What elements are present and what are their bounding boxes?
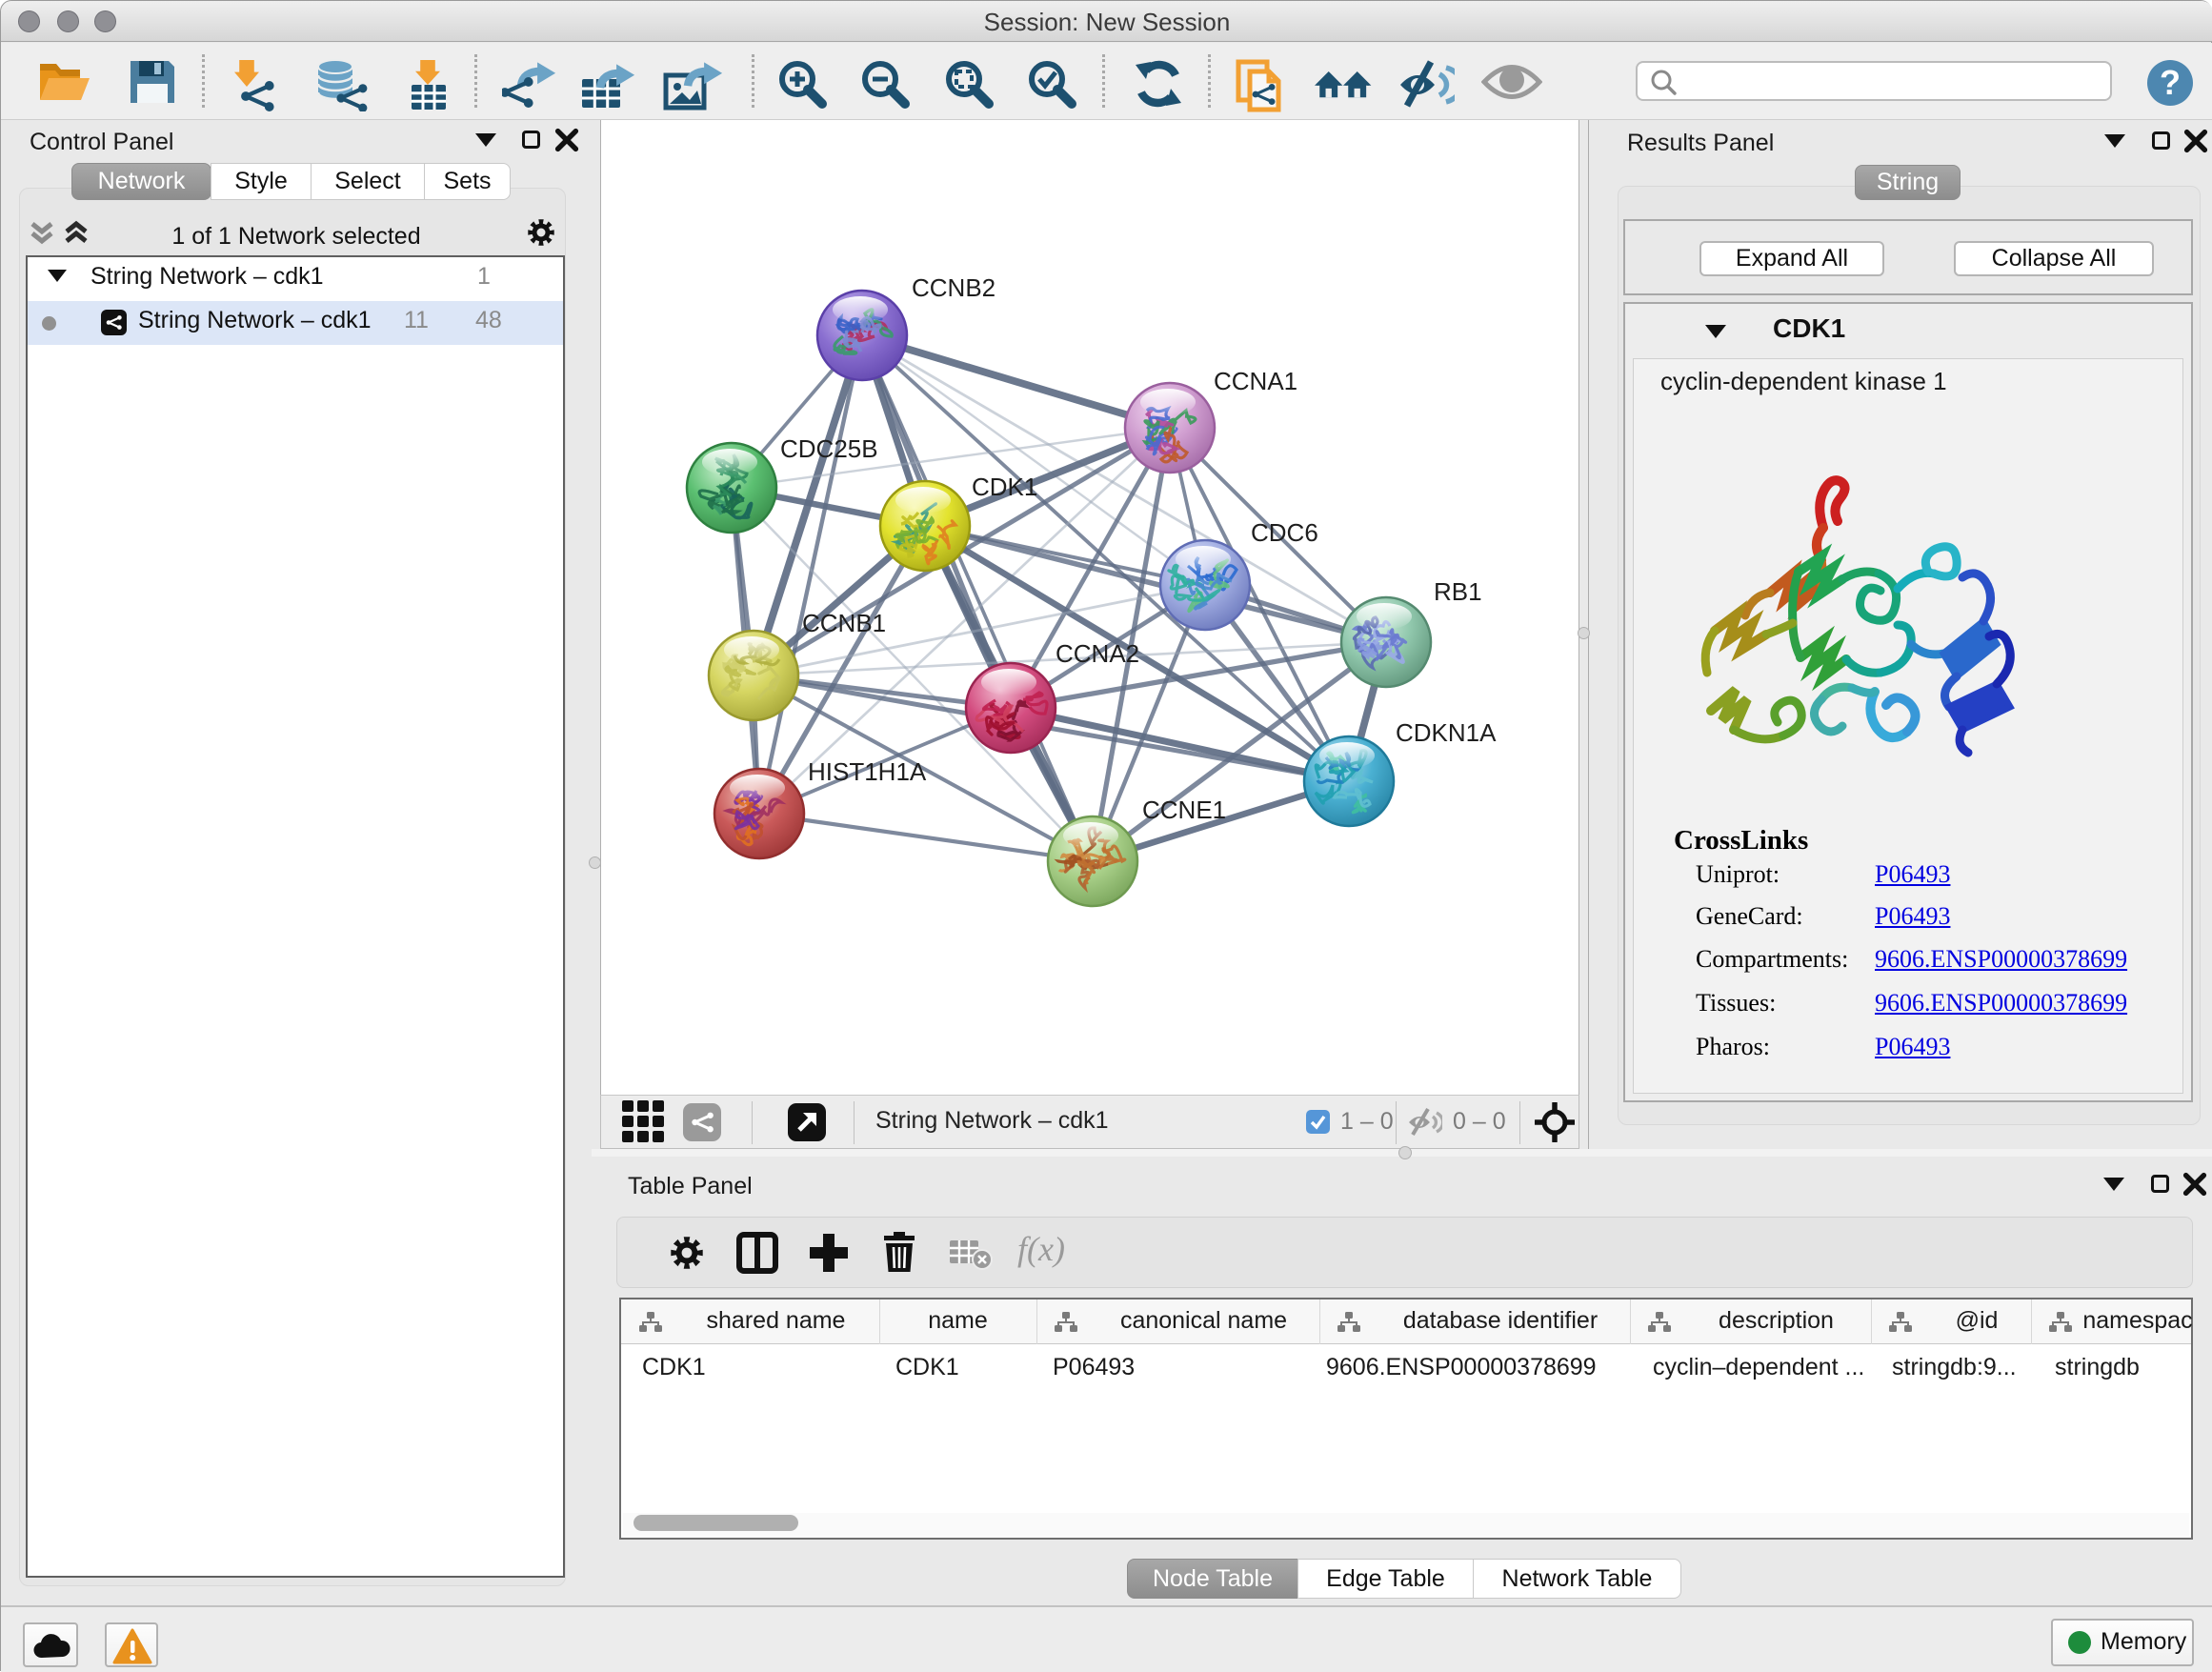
svg-text:CCNB1: CCNB1 — [802, 609, 886, 637]
svg-text:CCNA1: CCNA1 — [1214, 367, 1297, 395]
svg-text:?: ? — [2160, 63, 2181, 102]
svg-text:HIST1H1A: HIST1H1A — [808, 757, 927, 786]
svg-text:CDC25B: CDC25B — [780, 434, 878, 463]
svg-text:CDK1: CDK1 — [972, 473, 1037, 501]
svg-text:CDKN1A: CDKN1A — [1396, 718, 1497, 747]
svg-text:CCNA2: CCNA2 — [1056, 639, 1139, 668]
svg-text:CCNB2: CCNB2 — [912, 273, 995, 302]
svg-text:RB1: RB1 — [1434, 577, 1482, 606]
svg-text:CDC6: CDC6 — [1251, 518, 1318, 547]
svg-text:CCNE1: CCNE1 — [1142, 796, 1226, 824]
